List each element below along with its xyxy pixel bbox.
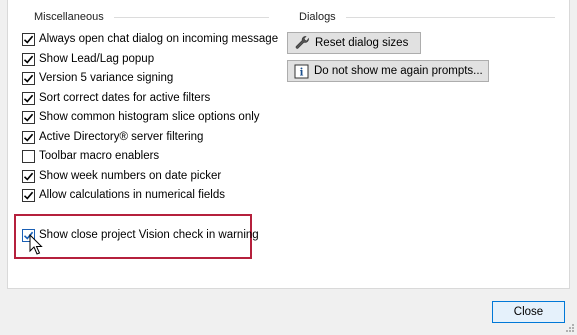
checkbox-checked-icon[interactable] <box>22 169 35 183</box>
reset-dialog-sizes-label: Reset dialog sizes <box>315 37 409 49</box>
checkbox-checked-icon[interactable] <box>22 188 35 202</box>
option-show-close-project-vision-check[interactable]: Show close project Vision check in warni… <box>22 227 259 243</box>
wrench-icon <box>294 35 310 51</box>
option-label: Version 5 variance signing <box>39 72 174 84</box>
checkbox-checked-icon[interactable] <box>22 32 35 46</box>
resize-grip-icon[interactable] <box>565 323 575 333</box>
option-label: Show close project Vision check in warni… <box>39 229 259 241</box>
dialogs-group-header: Dialogs <box>299 10 555 24</box>
checkbox-checked-icon[interactable] <box>22 110 35 124</box>
checkbox-checked-icon[interactable] <box>22 52 35 66</box>
do-not-show-prompts-button[interactable]: i Do not show me again prompts... <box>287 60 489 82</box>
option-label: Active Directory® server filtering <box>39 131 204 143</box>
do-not-show-prompts-label: Do not show me again prompts... <box>314 65 483 77</box>
option-show-lead-lag-popup[interactable]: Show Lead/Lag popup <box>22 51 154 67</box>
svg-text:i: i <box>300 67 304 78</box>
misc-group-header: Miscellaneous <box>34 10 269 24</box>
dialogs-group-title: Dialogs <box>299 11 336 23</box>
option-label: Show Lead/Lag popup <box>39 53 155 65</box>
option-label: Always open chat dialog on incoming mess… <box>39 33 279 45</box>
option-label: Show week numbers on date picker <box>39 170 222 182</box>
option-always-open-chat[interactable]: Always open chat dialog on incoming mess… <box>22 31 278 47</box>
option-sort-correct-dates[interactable]: Sort correct dates for active filters <box>22 90 210 106</box>
option-histogram-slice-options[interactable]: Show common histogram slice options only <box>22 109 260 125</box>
misc-group-divider <box>113 16 269 18</box>
close-button-label: Close <box>513 306 544 318</box>
reset-dialog-sizes-button[interactable]: Reset dialog sizes <box>287 32 421 54</box>
mouse-cursor-icon <box>29 234 43 255</box>
checkbox-checked-icon[interactable] <box>22 71 35 85</box>
checkbox-checked-icon[interactable] <box>22 91 35 105</box>
option-label: Toolbar macro enablers <box>39 150 160 162</box>
checkbox-unchecked-icon[interactable] <box>22 149 35 163</box>
option-version5-variance-signing[interactable]: Version 5 variance signing <box>22 70 173 86</box>
option-label: Show common histogram slice options only <box>39 111 260 123</box>
option-label: Sort correct dates for active filters <box>39 92 211 104</box>
option-active-directory-filtering[interactable]: Active Directory® server filtering <box>22 129 203 145</box>
option-toolbar-macro-enablers[interactable]: Toolbar macro enablers <box>22 148 159 164</box>
checkbox-checked-icon[interactable] <box>22 130 35 144</box>
info-icon: i <box>294 63 309 79</box>
misc-group-title: Miscellaneous <box>34 11 104 23</box>
option-week-numbers-date-picker[interactable]: Show week numbers on date picker <box>22 168 221 184</box>
dialogs-group-divider <box>345 16 555 18</box>
close-button[interactable]: Close <box>492 301 565 323</box>
option-allow-calculations[interactable]: Allow calculations in numerical fields <box>22 187 225 203</box>
option-label: Allow calculations in numerical fields <box>39 189 225 201</box>
